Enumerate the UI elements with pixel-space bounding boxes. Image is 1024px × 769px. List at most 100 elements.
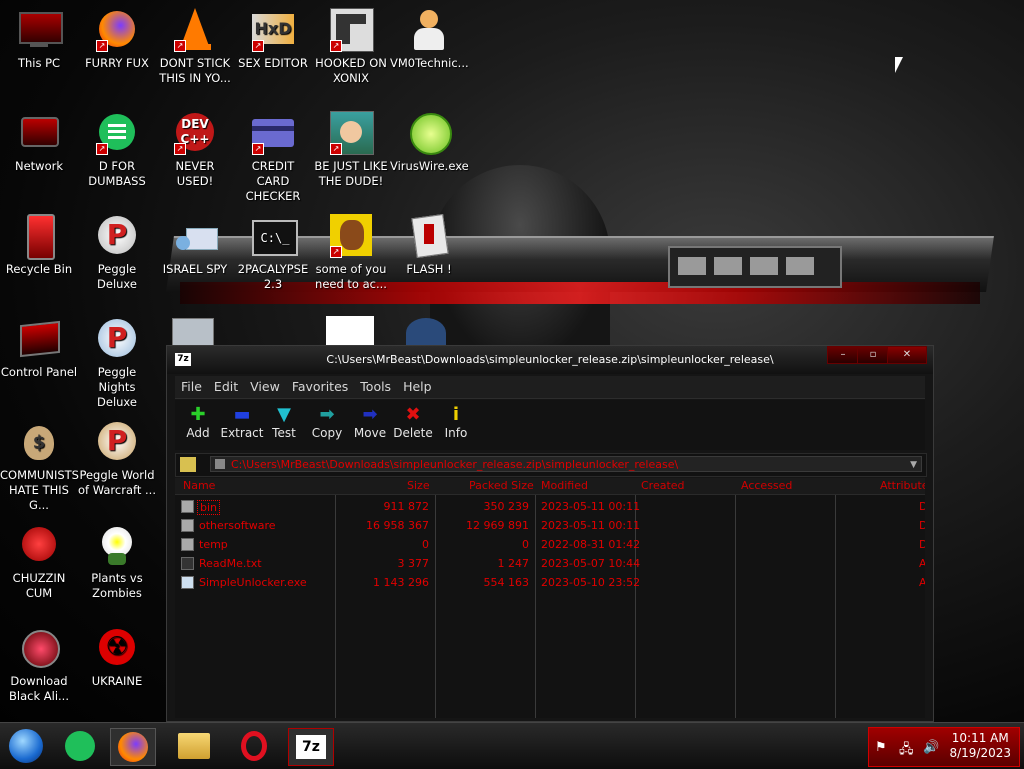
- table-row[interactable]: temp 0 0 2022-08-31 01:42 D: [175, 535, 925, 554]
- folder-icon: [181, 519, 194, 532]
- desktop-icon-vm0technic[interactable]: VM0Technic...: [390, 8, 469, 71]
- address-bar: C:\Users\MrBeast\Downloads\simpleunlocke…: [175, 453, 927, 477]
- taskbar-opera[interactable]: [232, 728, 276, 764]
- desktop-icon-never-used[interactable]: DEV C++ ↗ NEVER USED!: [156, 111, 234, 189]
- extract-label: Extract: [220, 426, 264, 440]
- menu-file[interactable]: File: [175, 376, 208, 394]
- col-name[interactable]: Name: [183, 479, 215, 492]
- xonix-icon: ↗: [328, 8, 374, 54]
- desktop-icon-recycle-bin[interactable]: Recycle Bin: [0, 214, 78, 277]
- menu-view[interactable]: View: [244, 376, 286, 394]
- icon-label: NEVER USED!: [175, 159, 215, 188]
- copy-button[interactable]: ➡ Copy: [304, 404, 350, 440]
- start-button[interactable]: [4, 728, 48, 764]
- desktop-icon-peggle-nights[interactable]: P Peggle Nights Deluxe: [78, 317, 156, 410]
- desktop-icon-2pacalypse[interactable]: C:\_ 2PACALYPSE 2.3: [234, 214, 312, 292]
- col-created[interactable]: Created: [641, 479, 685, 492]
- file-packed: 1 247: [497, 557, 530, 570]
- desktop-icon-hooked-on-xonix[interactable]: ↗ HOOKED ON XONIX: [312, 8, 390, 86]
- volume-icon[interactable]: 🔊: [923, 740, 939, 755]
- close-button[interactable]: ✕: [887, 346, 927, 364]
- flash-card-icon: [406, 213, 452, 260]
- info-label: Info: [444, 426, 468, 440]
- col-accessed[interactable]: Accessed: [741, 479, 792, 492]
- icon-label: SEX EDITOR: [238, 56, 308, 70]
- desktop-icon-download-black[interactable]: Download Black Ali...: [0, 626, 78, 704]
- mouse-cursor-icon: [895, 57, 903, 73]
- icon-label: FURRY FUX: [85, 56, 149, 70]
- menu-help[interactable]: Help: [397, 376, 438, 394]
- table-row[interactable]: othersoftware 16 958 367 12 969 891 2023…: [175, 516, 925, 535]
- menu-favorites[interactable]: Favorites: [286, 376, 354, 394]
- firefox-icon: [118, 732, 148, 762]
- chuzzle-icon: [16, 523, 62, 569]
- info-button[interactable]: i Info: [433, 404, 479, 440]
- desktop-icon-peggle-deluxe[interactable]: P Peggle Deluxe: [78, 214, 156, 292]
- network-icon[interactable]: 🖧: [899, 740, 914, 762]
- sevenzip-window[interactable]: 7z C:\Users\MrBeast\Downloads\simpleunlo…: [166, 345, 934, 722]
- file-name: SimpleUnlocker.exe: [199, 576, 307, 589]
- folder-up-icon[interactable]: [180, 457, 196, 472]
- close-icon: ✕: [902, 349, 912, 360]
- desktop-icon-some-of-you[interactable]: ↗ some of you need to ac...: [312, 214, 390, 292]
- dropdown-arrow-icon[interactable]: ▼: [910, 457, 917, 473]
- file-size: 1 143 296: [373, 576, 429, 589]
- delete-button[interactable]: ✖ Delete: [390, 404, 436, 440]
- move-button[interactable]: ➡ Move: [347, 404, 393, 440]
- address-text: C:\Users\MrBeast\Downloads\simpleunlocke…: [231, 458, 679, 471]
- clock[interactable]: 10:11 AM 8/19/2023: [949, 731, 1011, 761]
- file-attr: D: [919, 519, 925, 532]
- maximize-button[interactable]: ▫: [857, 346, 889, 364]
- window-titlebar[interactable]: 7z C:\Users\MrBeast\Downloads\simpleunlo…: [167, 346, 933, 374]
- desktop-icon-this-pc[interactable]: This PC: [0, 8, 78, 71]
- desktop-icon-credit-card[interactable]: ↗ CREDIT CARD CHECKER: [234, 111, 312, 204]
- table-row[interactable]: SimpleUnlocker.exe 1 143 296 554 163 202…: [175, 573, 925, 592]
- table-row[interactable]: bin 911 872 350 239 2023-05-11 00:11 D: [175, 497, 925, 516]
- desktop-icon-pvz[interactable]: Plants vs Zombies: [78, 523, 156, 601]
- file-packed: 350 239: [483, 500, 530, 513]
- taskbar-7zip[interactable]: 7z: [288, 728, 334, 766]
- test-label: Test: [272, 426, 296, 440]
- desktop-icon-be-just-like-dude[interactable]: ↗ BE JUST LIKE THE DUDE!: [312, 111, 390, 189]
- flag-icon[interactable]: ⚑: [875, 740, 887, 755]
- test-button[interactable]: ▼ Test: [261, 404, 307, 440]
- check-icon: ▼: [277, 404, 291, 425]
- file-list[interactable]: Name Size Packed Size Modified Created A…: [175, 478, 925, 718]
- icon-label: some of you need to ac...: [315, 262, 387, 291]
- desktop-icon-network[interactable]: Network: [0, 111, 78, 174]
- menu-tools[interactable]: Tools: [354, 376, 397, 394]
- taskbar-chat-app[interactable]: [58, 728, 102, 764]
- desktop-icon-flash[interactable]: FLASH !: [390, 213, 468, 277]
- desktop-icon-dont-stick[interactable]: ↗ DONT STICK THIS IN YO...: [156, 8, 234, 86]
- col-attribute[interactable]: Attribute: [880, 479, 925, 492]
- desktop-icon-viruswire[interactable]: VirusWire.exe: [390, 111, 469, 174]
- taskbar-file-explorer[interactable]: [172, 728, 216, 764]
- desktop-icon-d-for-dumbass[interactable]: ↗ D FOR DUMBASS: [78, 111, 156, 189]
- taskbar-firefox[interactable]: [110, 728, 156, 766]
- file-size: 0: [422, 538, 429, 551]
- icon-label: This PC: [17, 56, 61, 70]
- desktop-icon-peggle-wow[interactable]: P Peggle World of Warcraft ...: [78, 420, 156, 498]
- extract-button[interactable]: ▬ Extract: [219, 404, 265, 440]
- icon-label: Network: [14, 159, 64, 173]
- table-row[interactable]: ReadMe.txt 3 377 1 247 2023-05-07 10:44 …: [175, 554, 925, 573]
- menu-edit[interactable]: Edit: [208, 376, 244, 394]
- desktop-icon-sex-editor[interactable]: HxD ↗ SEX EDITOR: [234, 8, 312, 71]
- desktop-icon-chuzzin[interactable]: CHUZZIN CUM: [0, 523, 78, 601]
- add-button[interactable]: ✚ Add: [175, 404, 221, 440]
- minimize-button[interactable]: –: [827, 346, 859, 364]
- desktop-icon-israel-spy[interactable]: ISRAEL SPY: [156, 214, 234, 277]
- control-panel-icon: [16, 317, 62, 363]
- desktop-icon-furry-fux[interactable]: ↗ FURRY FUX: [78, 8, 156, 71]
- col-packed-size[interactable]: Packed Size: [469, 479, 534, 492]
- icon-label: BE JUST LIKE THE DUDE!: [314, 159, 388, 188]
- wallpaper-grille: [668, 246, 842, 288]
- icon-label: Peggle Deluxe: [97, 262, 137, 291]
- desktop-icon-ukraine[interactable]: ☢ UKRAINE: [78, 626, 156, 689]
- address-input[interactable]: C:\Users\MrBeast\Downloads\simpleunlocke…: [210, 456, 922, 472]
- desktop-icon-control-panel[interactable]: Control Panel: [0, 317, 78, 380]
- flower-icon: [94, 523, 140, 569]
- desktop-icon-communists[interactable]: $ COMMUNISTS HATE THIS G...: [0, 420, 79, 513]
- col-size[interactable]: Size: [407, 479, 430, 492]
- col-modified[interactable]: Modified: [541, 479, 588, 492]
